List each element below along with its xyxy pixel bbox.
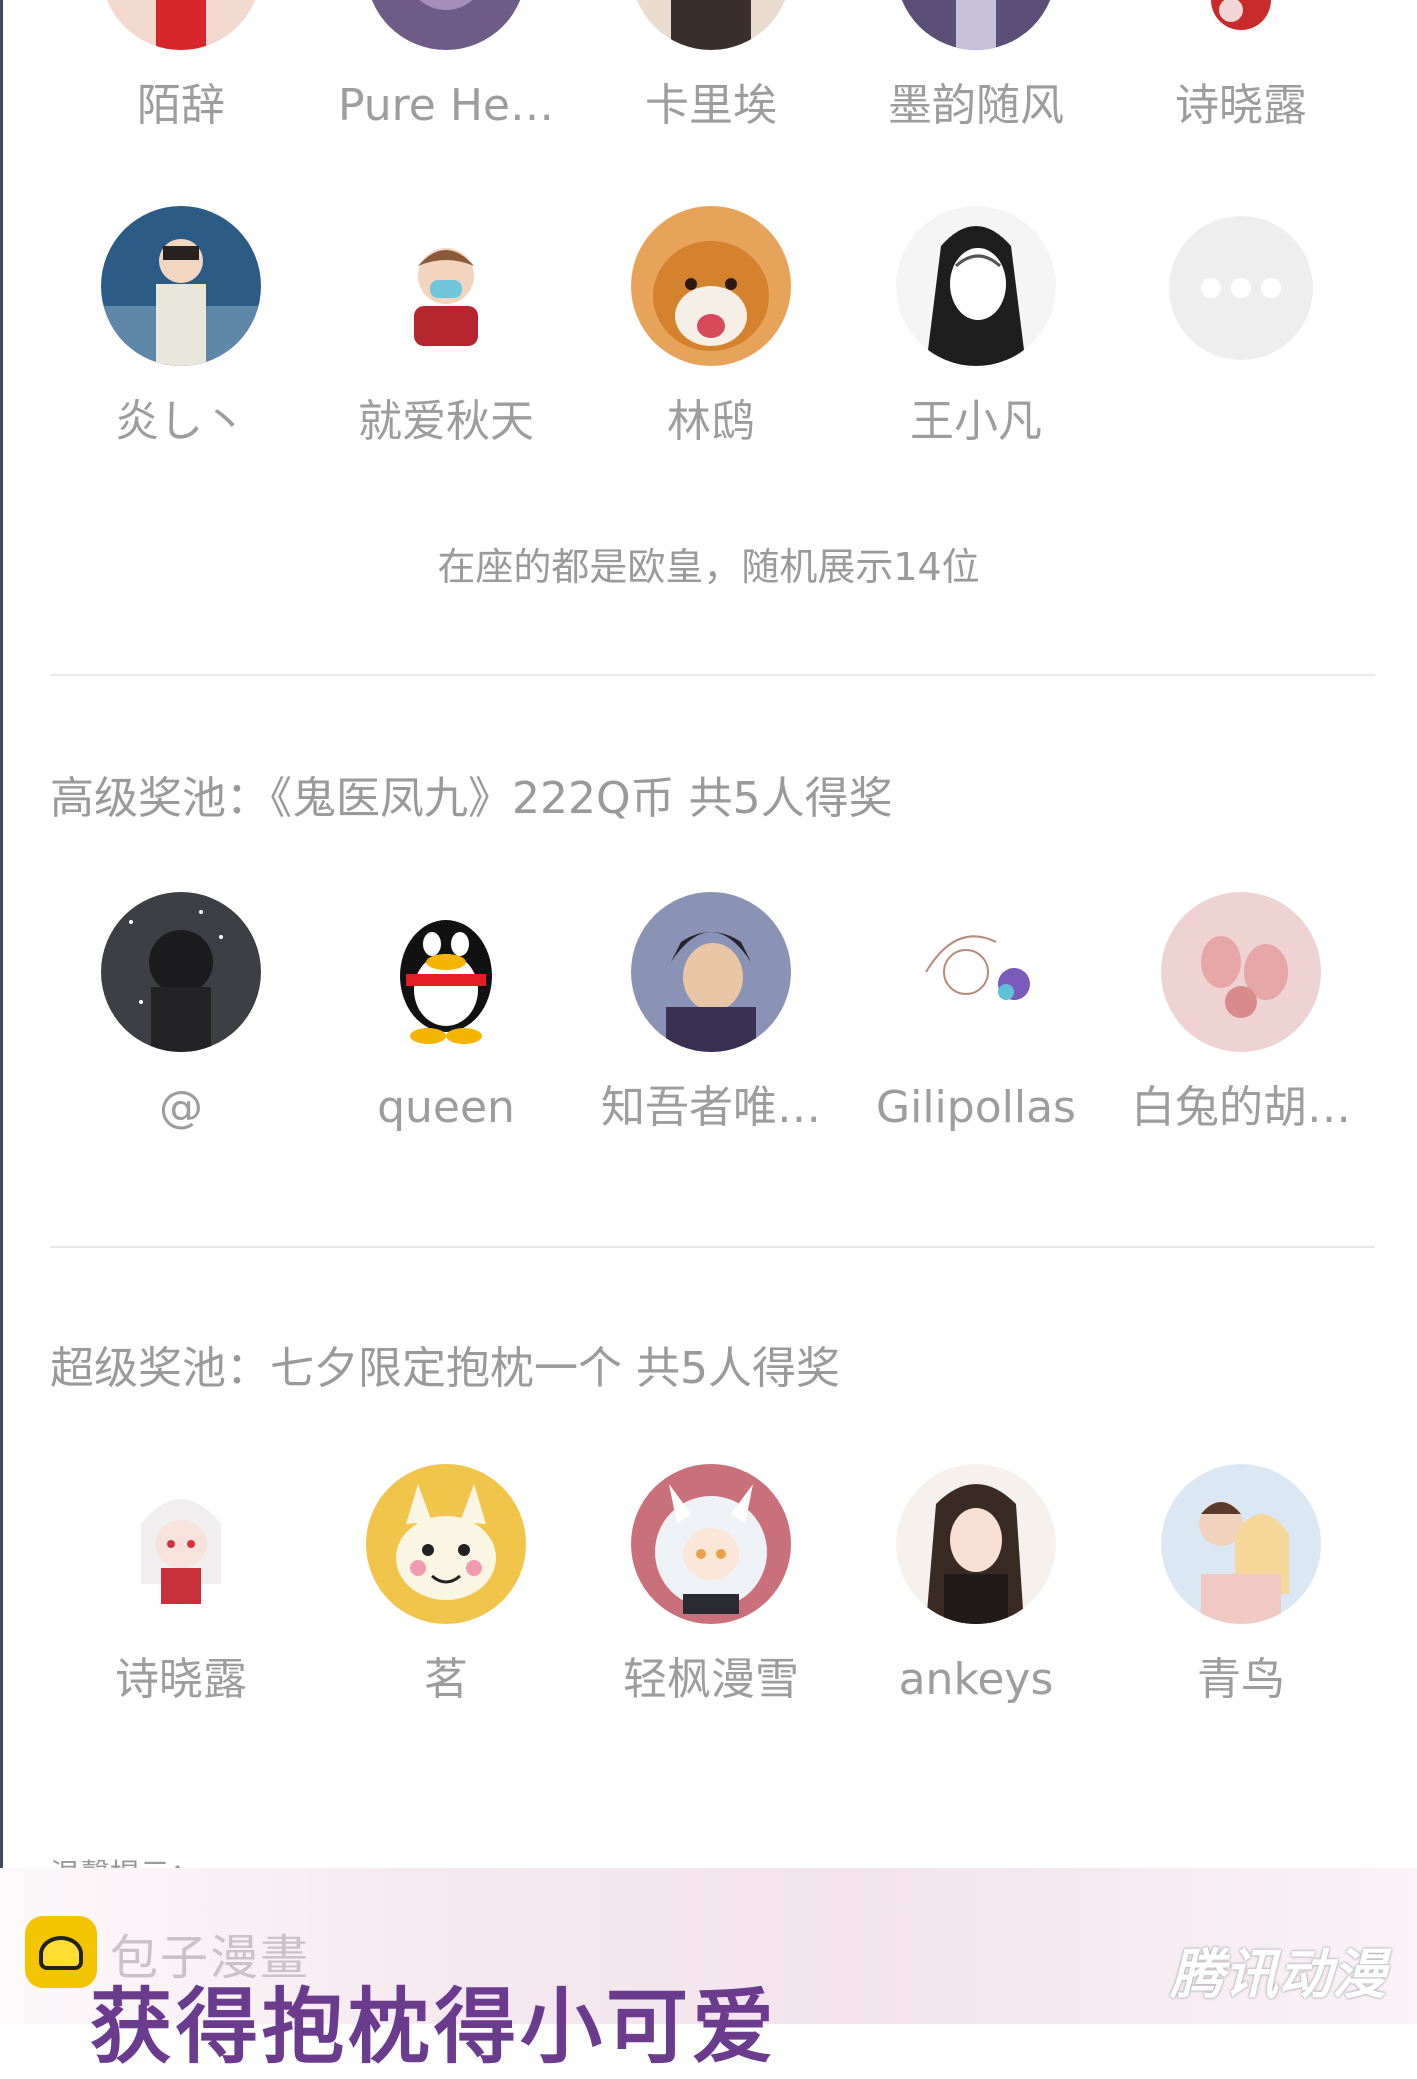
user-name: 陌辞 (137, 80, 225, 131)
user-avatar[interactable] (366, 0, 526, 50)
user-avatar[interactable] (1161, 892, 1321, 1052)
user-name: 卡里埃 (645, 80, 777, 131)
user-name: 知吾者唯… (601, 1082, 821, 1133)
user-name: Gilipollas (876, 1082, 1076, 1133)
user-name: queen (377, 1082, 515, 1133)
user-avatar[interactable] (1161, 0, 1321, 50)
user-name: 轻枫漫雪 (623, 1654, 799, 1705)
left-edge-rule (0, 0, 3, 1870)
section-divider (50, 674, 1375, 676)
user-avatar[interactable] (631, 0, 791, 50)
user-name: @ (159, 1082, 203, 1133)
user-name: ankeys (898, 1654, 1054, 1705)
user-name: 墨韵随风 (888, 80, 1064, 131)
user-avatar[interactable] (101, 892, 261, 1052)
user-name: 茗 (424, 1654, 468, 1705)
user-name: 白兔的胡… (1131, 1082, 1351, 1133)
super-pool-title: 超级奖池：七夕限定抱枕一个 共5人得奖 (50, 1343, 840, 1394)
banner-headline: 获得抱枕得小可爱 (90, 1980, 779, 2075)
user-name: 炎し丶 (115, 396, 247, 447)
user-name: 诗晓露 (115, 1654, 247, 1705)
user-avatar[interactable] (631, 206, 791, 366)
user-name: 林鸱 (667, 396, 755, 447)
user-avatar[interactable] (366, 892, 526, 1052)
user-avatar[interactable] (366, 206, 526, 366)
user-avatar[interactable] (896, 0, 1056, 50)
user-name: 诗晓露 (1175, 80, 1307, 131)
more-dots-icon[interactable] (1169, 216, 1313, 360)
user-name: 青鸟 (1197, 1654, 1285, 1705)
user-avatar[interactable] (101, 0, 261, 50)
user-avatar[interactable] (896, 1464, 1056, 1624)
user-avatar[interactable] (631, 892, 791, 1052)
lucky-users-note: 在座的都是欧皇，随机展示14位 (437, 545, 980, 589)
brand-logo-text: 腾讯动漫 (1170, 1943, 1386, 2006)
user-name: 王小凡 (910, 396, 1042, 447)
user-avatar[interactable] (366, 1464, 526, 1624)
user-avatar[interactable] (896, 892, 1056, 1052)
user-avatar[interactable] (101, 1464, 261, 1624)
senior-pool-title: 高级奖池：《鬼医凤九》222Q币 共5人得奖 (50, 773, 893, 824)
user-avatar[interactable] (896, 206, 1056, 366)
user-avatar[interactable] (101, 206, 261, 366)
user-name: Pure He… (338, 80, 554, 131)
user-name: 就爱秋天 (358, 396, 534, 447)
section-divider (50, 1246, 1375, 1248)
baozi-logo-icon (25, 1916, 97, 1988)
user-avatar[interactable] (1161, 1464, 1321, 1624)
user-avatar[interactable] (631, 1464, 791, 1624)
next-section-title-cut: 温馨提示： (50, 1850, 200, 1870)
